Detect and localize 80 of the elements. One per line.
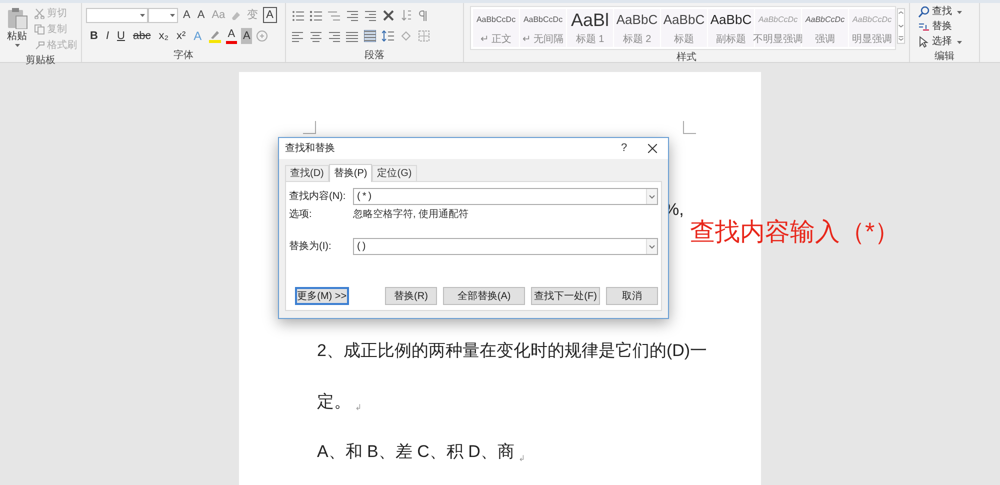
style-option[interactable]: AaBbC 副标题 [708,9,754,47]
dialog-button[interactable]: 查找下一处(F) [530,287,600,305]
style-option[interactable]: AaBl 标题 1 [567,9,613,47]
align-center-icon[interactable] [310,30,322,42]
find-what-field[interactable]: (*) [353,188,658,205]
caret-icon [140,14,145,16]
grow-font-button[interactable]: A [181,7,192,23]
highlighter-icon[interactable] [208,30,222,42]
margin-mark [683,121,696,134]
field-label: 选项: [289,208,313,222]
document-text: 2、成正比例的两种量在变化时的规律是它们的(D)一 [317,340,708,362]
copy-icon [34,24,45,35]
character-border-button[interactable]: A [263,7,276,23]
multilevel-list-icon[interactable] [328,10,340,20]
group-label: 剪贴板 [26,54,56,68]
character-shading-button[interactable]: A [241,28,252,44]
document-text: 定。 [317,390,351,412]
editing-item[interactable]: 替换 [918,20,975,34]
style-option[interactable]: AaBbCcDc ↵ 正文 [473,9,519,47]
sort-icon[interactable] [401,9,412,21]
gallery-scroll-icon[interactable] [897,6,905,46]
group-label: 字体 [174,48,194,62]
search-icon [918,6,930,18]
group-label: 样式 [676,50,696,64]
replace-icon [918,21,930,33]
dialog-title: 查找和替换 [285,142,335,156]
style-option[interactable]: AaBbCcDc ↵ 无间隔 [520,9,566,47]
paragraph-mark: ↲ [518,452,526,464]
paste-button[interactable]: 粘贴 [4,5,30,53]
decrease-indent-icon[interactable] [346,10,358,20]
line-spacing-icon[interactable] [382,30,394,42]
superscript-button[interactable]: x² [174,28,188,44]
justify-icon[interactable] [346,30,358,42]
style-option[interactable]: AaBbC 标题 2 [614,9,660,47]
options-text: 忽略空格字符, 使用通配符 [353,208,469,222]
underline-button[interactable]: U [115,28,127,44]
font-size-field[interactable] [148,8,178,22]
enclosed-character-icon[interactable] [256,30,268,42]
cursor-icon [918,36,930,48]
replace-with-field[interactable]: () [353,238,658,255]
annotation-text: 查找内容输入（*） [690,217,900,248]
subscript-button[interactable]: x₂ [156,28,170,44]
style-option[interactable]: AaBbC 标题 [661,9,707,47]
editing-item[interactable]: 查找 [918,5,975,19]
field-label: 替换为(I): [289,240,332,254]
paragraph-mark-icon[interactable] [418,10,428,20]
font-name-field[interactable] [86,8,148,22]
help-button[interactable]: ? [612,140,636,157]
numbered-list-icon[interactable] [310,10,322,20]
bullet-list-icon[interactable] [292,10,304,20]
shrink-font-button[interactable]: A [195,7,207,23]
dialog-button[interactable]: 全部替换(A) [443,287,525,305]
caret-icon [14,44,20,47]
dialog-button[interactable]: 更多(M) >> [295,287,349,305]
italic-button[interactable]: I [104,28,112,44]
align-right-icon[interactable] [328,30,340,42]
increase-indent-icon[interactable] [364,10,376,20]
paragraph-mark: ↲ [355,402,362,414]
dialog-button[interactable]: 取消 [606,287,658,305]
font-color-button[interactable]: A [226,28,238,44]
dialog-button[interactable]: 替换(R) [384,287,438,305]
scissors-icon [34,8,45,19]
field-label: 查找内容(N): [289,190,347,204]
bold-button[interactable]: B [88,28,100,44]
group-label: 段落 [364,48,384,62]
editing-item[interactable]: 选择 [918,35,975,49]
distributed-icon[interactable] [364,30,376,42]
margin-mark [303,121,316,134]
style-option[interactable]: AaBbCcDc 强调 [802,9,848,47]
document-text: A、和 B、差 C、积 D、商 [317,441,514,463]
strikethrough-button[interactable]: abc [130,28,153,44]
close-icon [648,144,656,153]
chevron-down-icon [649,194,655,198]
group-label: 编辑 [934,50,954,64]
chevron-down-icon [649,244,655,248]
borders-icon[interactable] [418,30,430,42]
clipboard-icon [6,7,28,29]
align-left-icon[interactable] [292,30,304,42]
dialog-tab[interactable]: 替换(P) [328,164,372,182]
caret-icon [170,14,175,16]
